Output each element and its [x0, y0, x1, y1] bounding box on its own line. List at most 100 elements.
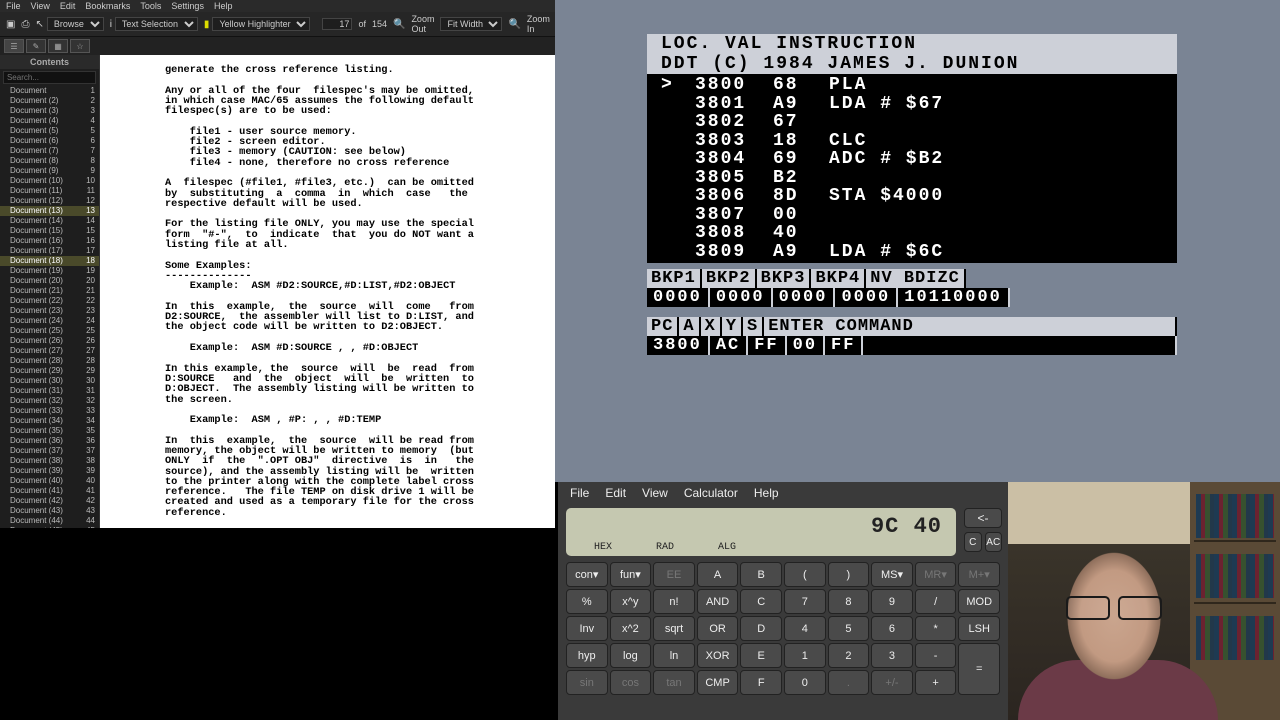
calc-key-[interactable]: % — [566, 589, 608, 614]
pdf-menu-tools[interactable]: Tools — [140, 1, 161, 11]
calc-menu-help[interactable]: Help — [754, 486, 779, 500]
calc-key-ln[interactable]: ln — [653, 643, 695, 668]
calc-key-mod[interactable]: MOD — [958, 589, 1000, 614]
calc-key-lsh[interactable]: LSH — [958, 616, 1000, 641]
tab-contents[interactable]: ☰ — [4, 39, 24, 53]
calc-key-x2[interactable]: x^2 — [610, 616, 652, 641]
toc-item[interactable]: Document (27)27 — [0, 346, 99, 356]
calc-key-m[interactable]: M+▾ — [958, 562, 1000, 587]
pdf-menu-bookmarks[interactable]: Bookmarks — [85, 1, 130, 11]
toc-item[interactable]: Document (18)18 — [0, 256, 99, 266]
toc-item[interactable]: Document (15)15 — [0, 226, 99, 236]
calc-key-3[interactable]: 3 — [871, 643, 913, 668]
sidebar-search[interactable] — [3, 71, 96, 84]
zoom-in-icon[interactable]: 🔍 — [508, 19, 520, 30]
toc-item[interactable]: Document (30)30 — [0, 376, 99, 386]
calc-key-d[interactable]: D — [740, 616, 782, 641]
tab-annotations[interactable]: ✎ — [26, 39, 46, 53]
toc-item[interactable]: Document (9)9 — [0, 166, 99, 176]
text-selection-icon[interactable]: Ꭵ — [110, 19, 112, 30]
toc-item[interactable]: Document1 — [0, 86, 99, 96]
calc-key-e[interactable]: E — [740, 643, 782, 668]
toc-item[interactable]: Document (19)19 — [0, 266, 99, 276]
calc-key-c[interactable]: C — [740, 589, 782, 614]
toc-item[interactable]: Document (4)4 — [0, 116, 99, 126]
toc-item[interactable]: Document (23)23 — [0, 306, 99, 316]
calc-key-con[interactable]: con▾ — [566, 562, 608, 587]
toc-item[interactable]: Document (24)24 — [0, 316, 99, 326]
calc-key-7[interactable]: 7 — [784, 589, 826, 614]
toc-list[interactable]: Document1Document (2)2Document (3)3Docum… — [0, 86, 99, 528]
calc-key-or[interactable]: OR — [697, 616, 739, 641]
all-clear-button[interactable]: AC — [985, 532, 1003, 552]
calc-key-[interactable]: * — [915, 616, 957, 641]
command-input[interactable] — [863, 336, 1177, 355]
calc-key-hyp[interactable]: hyp — [566, 643, 608, 668]
toc-item[interactable]: Document (33)33 — [0, 406, 99, 416]
toc-item[interactable]: Document (35)35 — [0, 426, 99, 436]
calc-key-[interactable]: + — [915, 670, 957, 695]
calc-key-f[interactable]: F — [740, 670, 782, 695]
toc-item[interactable]: Document (28)28 — [0, 356, 99, 366]
calc-key-[interactable]: = — [958, 643, 1000, 695]
tab-thumbnails[interactable]: ▦ — [48, 39, 68, 53]
toc-item[interactable]: Document (21)21 — [0, 286, 99, 296]
zoom-in-label[interactable]: Zoom In — [527, 14, 550, 34]
calc-key-n[interactable]: n! — [653, 589, 695, 614]
fit-select[interactable]: Fit Width — [440, 17, 502, 31]
calc-key-xor[interactable]: XOR — [697, 643, 739, 668]
toc-item[interactable]: Document (17)17 — [0, 246, 99, 256]
calc-menu-view[interactable]: View — [642, 486, 668, 500]
selection-select[interactable]: Text Selection — [115, 17, 198, 31]
toc-item[interactable]: Document (41)41 — [0, 486, 99, 496]
calc-key-b[interactable]: B — [740, 562, 782, 587]
toc-item[interactable]: Document (8)8 — [0, 156, 99, 166]
calc-key-and[interactable]: AND — [697, 589, 739, 614]
toc-item[interactable]: Document (6)6 — [0, 136, 99, 146]
calc-key-xy[interactable]: x^y — [610, 589, 652, 614]
toc-item[interactable]: Document (45)45 — [0, 526, 99, 528]
calc-key-cos[interactable]: cos — [610, 670, 652, 695]
toc-item[interactable]: Document (10)10 — [0, 176, 99, 186]
highlighter-icon[interactable]: ▮ — [204, 19, 210, 30]
calc-key-[interactable]: ( — [784, 562, 826, 587]
toc-item[interactable]: Document (11)11 — [0, 186, 99, 196]
toc-item[interactable]: Document (3)3 — [0, 106, 99, 116]
calc-key-6[interactable]: 6 — [871, 616, 913, 641]
pdf-menu-edit[interactable]: Edit — [60, 1, 76, 11]
toc-item[interactable]: Document (5)5 — [0, 126, 99, 136]
toc-item[interactable]: Document (20)20 — [0, 276, 99, 286]
calc-key-sqrt[interactable]: sqrt — [653, 616, 695, 641]
calc-key-mr[interactable]: MR▾ — [915, 562, 957, 587]
toc-item[interactable]: Document (32)32 — [0, 396, 99, 406]
toc-item[interactable]: Document (14)14 — [0, 216, 99, 226]
calc-key-ms[interactable]: MS▾ — [871, 562, 913, 587]
cursor-icon[interactable]: ↖ — [35, 19, 43, 30]
calc-key-tan[interactable]: tan — [653, 670, 695, 695]
toc-item[interactable]: Document (25)25 — [0, 326, 99, 336]
calc-key-inv[interactable]: Inv — [566, 616, 608, 641]
calc-key-[interactable]: ) — [828, 562, 870, 587]
print-icon[interactable]: ⎙ — [21, 19, 29, 30]
toc-item[interactable]: Document (12)12 — [0, 196, 99, 206]
page-input[interactable] — [322, 18, 352, 30]
pdf-menu-view[interactable]: View — [31, 1, 50, 11]
toc-item[interactable]: Document (43)43 — [0, 506, 99, 516]
toc-item[interactable]: Document (31)31 — [0, 386, 99, 396]
calc-key-2[interactable]: 2 — [828, 643, 870, 668]
pdf-page[interactable]: generate the cross reference listing. An… — [100, 55, 555, 528]
calc-key-9[interactable]: 9 — [871, 589, 913, 614]
calc-key-[interactable]: - — [915, 643, 957, 668]
calc-menu-file[interactable]: File — [570, 486, 589, 500]
toc-item[interactable]: Document (7)7 — [0, 146, 99, 156]
calc-key-[interactable]: +/- — [871, 670, 913, 695]
toc-item[interactable]: Document (2)2 — [0, 96, 99, 106]
toc-item[interactable]: Document (13)13 — [0, 206, 99, 216]
pdf-menu-settings[interactable]: Settings — [171, 1, 204, 11]
open-icon[interactable]: ▣ — [6, 19, 15, 30]
calc-key-8[interactable]: 8 — [828, 589, 870, 614]
mode-select[interactable]: Browse — [47, 17, 104, 31]
toc-item[interactable]: Document (36)36 — [0, 436, 99, 446]
calc-key-sin[interactable]: sin — [566, 670, 608, 695]
zoom-out-icon[interactable]: 🔍 — [393, 19, 405, 30]
